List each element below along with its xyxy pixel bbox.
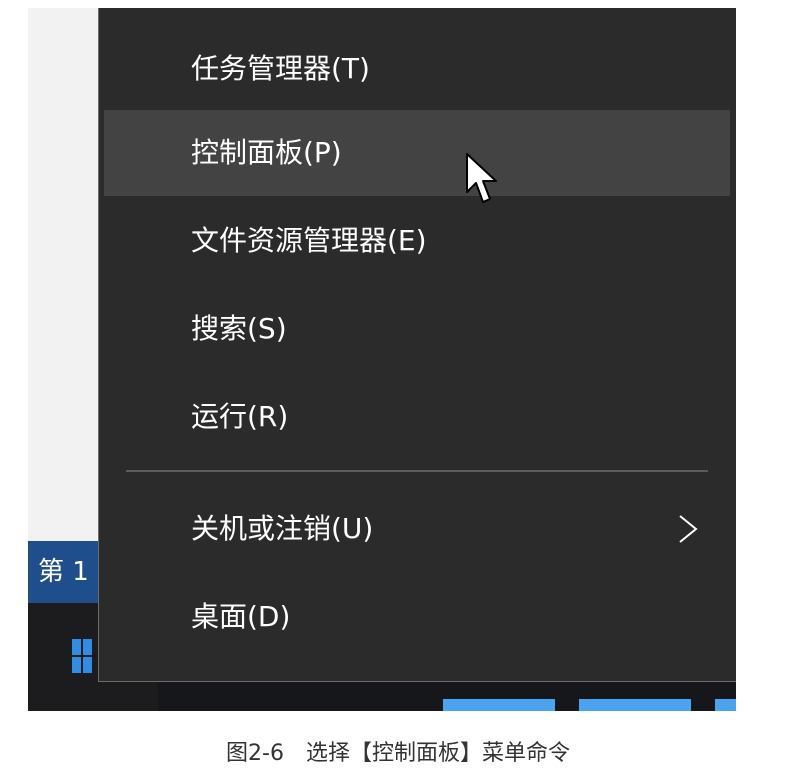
menu-item-run[interactable]: 运行(R) — [104, 374, 730, 460]
taskbar-items — [28, 699, 736, 711]
menu-item-shutdown-signout[interactable]: 关机或注销(U) — [104, 486, 730, 572]
mouse-pointer-icon — [466, 153, 497, 203]
menu-item-label: 关机或注销(U) — [191, 512, 374, 545]
menu-item-control-panel[interactable]: 控制面板(P) — [104, 110, 730, 196]
windows-logo-icon — [72, 639, 92, 673]
winx-context-menu: 任务管理器(T) 控制面板(P) 文件资源管理器(E) 搜索(S) 运行(R) … — [98, 8, 736, 682]
menu-item-file-explorer[interactable]: 文件资源管理器(E) — [104, 198, 730, 284]
taskbar-app-indicator[interactable] — [579, 699, 691, 711]
menu-item-task-manager[interactable]: 任务管理器(T) — [104, 26, 730, 112]
menu-separator — [126, 470, 708, 472]
menu-item-search[interactable]: 搜索(S) — [104, 286, 730, 372]
figure-caption: 图2-6 选择【控制面板】菜单命令 — [226, 741, 570, 766]
taskbar-app-indicator[interactable] — [715, 699, 736, 711]
menu-item-desktop[interactable]: 桌面(D) — [104, 574, 730, 660]
chevron-right-icon — [679, 515, 698, 543]
taskbar-app-indicator[interactable] — [443, 699, 555, 711]
